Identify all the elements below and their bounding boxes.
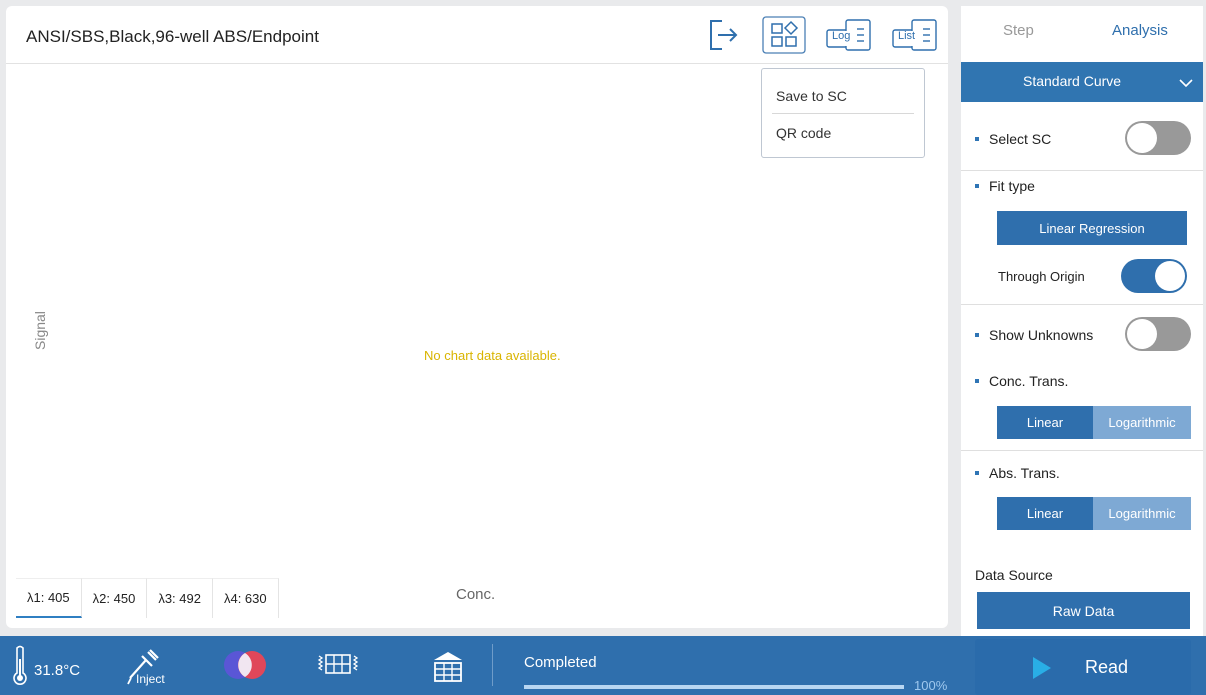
menu-divider [772, 113, 914, 114]
data-source-button[interactable]: Raw Data [977, 592, 1190, 629]
conc-trans-row: Conc. Trans. [975, 373, 1068, 389]
chevron-down-icon [1179, 79, 1193, 88]
thermometer-icon [13, 645, 27, 685]
tab-wavelength-3[interactable]: λ3: 492 [147, 578, 213, 618]
temperature-display[interactable]: 31.8°C [12, 644, 80, 688]
menu-item-qr-code[interactable]: QR code [776, 125, 831, 141]
tab-wavelength-1[interactable]: λ1: 405 [16, 578, 82, 618]
run-status: Completed [524, 654, 597, 671]
select-sc-label: Select SC [989, 131, 1052, 147]
show-unknowns-label: Show Unknowns [989, 327, 1094, 343]
tab-analysis[interactable]: Analysis [1112, 22, 1168, 39]
exit-button[interactable] [703, 16, 743, 54]
wavelength-tabs: λ1: 405 λ2: 450 λ3: 492 λ4: 630 [16, 578, 279, 618]
fit-type-row: Fit type [975, 178, 1035, 194]
divider [961, 170, 1203, 171]
menu-item-save-to-sc[interactable]: Save to SC [776, 88, 847, 104]
x-axis-label: Conc. [456, 586, 496, 603]
tab-wavelength-4[interactable]: λ4: 630 [212, 578, 279, 618]
progress-fill [524, 685, 904, 689]
divider [961, 450, 1203, 451]
standard-curve-title: Standard Curve [1023, 73, 1122, 89]
conc-trans-segmented: Linear Logarithmic [997, 406, 1191, 439]
data-source-label: Data Source [975, 567, 1053, 583]
bullet-icon [975, 333, 979, 337]
chart-card: ANSI/SBS,Black,96-well ABS/Endpoint Log … [6, 6, 948, 628]
overlapping-circles-icon [224, 651, 266, 679]
inject-button[interactable]: Inject [122, 642, 165, 690]
abs-trans-segmented: Linear Logarithmic [997, 497, 1191, 530]
toggle-knob [1127, 123, 1157, 153]
status-divider [492, 644, 493, 686]
tab-step[interactable]: Step [1003, 22, 1034, 39]
list-label: List [898, 30, 916, 42]
export-menu: Save to SC QR code [761, 68, 925, 158]
tab-wavelength-2[interactable]: λ2: 450 [81, 578, 148, 618]
read-button[interactable]: Read [975, 639, 1191, 695]
play-icon [1033, 657, 1051, 679]
plate-grid-icon [317, 654, 359, 674]
list-button[interactable]: List [890, 16, 940, 54]
exit-icon [710, 20, 738, 50]
empty-chart-message: No chart data available. [424, 348, 561, 363]
conc-linear-option[interactable]: Linear [997, 406, 1093, 439]
plate-reader-button[interactable] [428, 646, 468, 684]
log-button[interactable]: Log [824, 16, 874, 54]
analysis-panel: Step Analysis Standard Curve Select SC F… [961, 6, 1203, 636]
plate-layout-button[interactable] [316, 650, 360, 680]
show-unknowns-row: Show Unknowns [975, 327, 1093, 343]
progress-bar [524, 685, 904, 689]
bullet-icon [975, 137, 979, 141]
through-origin-label: Through Origin [998, 269, 1085, 284]
inject-label: Inject [136, 672, 165, 686]
show-unknowns-toggle[interactable] [1125, 317, 1191, 351]
toggle-knob [1155, 261, 1185, 291]
select-sc-toggle[interactable] [1125, 121, 1191, 155]
layout-button[interactable] [762, 16, 806, 54]
abs-trans-row: Abs. Trans. [975, 465, 1060, 481]
toggle-knob [1127, 319, 1157, 349]
status-bar: 31.8°C Inject Completed 100% Read [0, 636, 1206, 695]
plate-header: ANSI/SBS,Black,96-well ABS/Endpoint Log … [6, 6, 948, 64]
abs-linear-option[interactable]: Linear [997, 497, 1093, 530]
read-label: Read [1085, 657, 1129, 677]
panel-tabs: Step Analysis [961, 6, 1203, 58]
bullet-icon [975, 471, 979, 475]
fit-type-button[interactable]: Linear Regression [997, 211, 1187, 245]
y-axis-label: Signal [32, 311, 48, 350]
standard-curve-dropdown[interactable]: Standard Curve [961, 62, 1203, 102]
layout-grid-icon [762, 16, 806, 54]
plate-reader-icon [434, 652, 462, 682]
plate-title: ANSI/SBS,Black,96-well ABS/Endpoint [26, 27, 319, 46]
conc-trans-label: Conc. Trans. [989, 373, 1069, 389]
temperature-value: 31.8°C [34, 661, 81, 679]
conc-logarithmic-option[interactable]: Logarithmic [1093, 406, 1191, 439]
divider [961, 304, 1203, 305]
through-origin-toggle[interactable] [1121, 259, 1187, 293]
log-label: Log [832, 30, 851, 42]
color-mode-button[interactable] [222, 646, 268, 684]
bullet-icon [975, 379, 979, 383]
progress-percent: 100% [914, 678, 948, 693]
select-sc-row: Select SC [975, 131, 1051, 147]
fit-type-label: Fit type [989, 178, 1035, 194]
abs-logarithmic-option[interactable]: Logarithmic [1093, 497, 1191, 530]
bullet-icon [975, 184, 979, 188]
abs-trans-label: Abs. Trans. [989, 465, 1060, 481]
